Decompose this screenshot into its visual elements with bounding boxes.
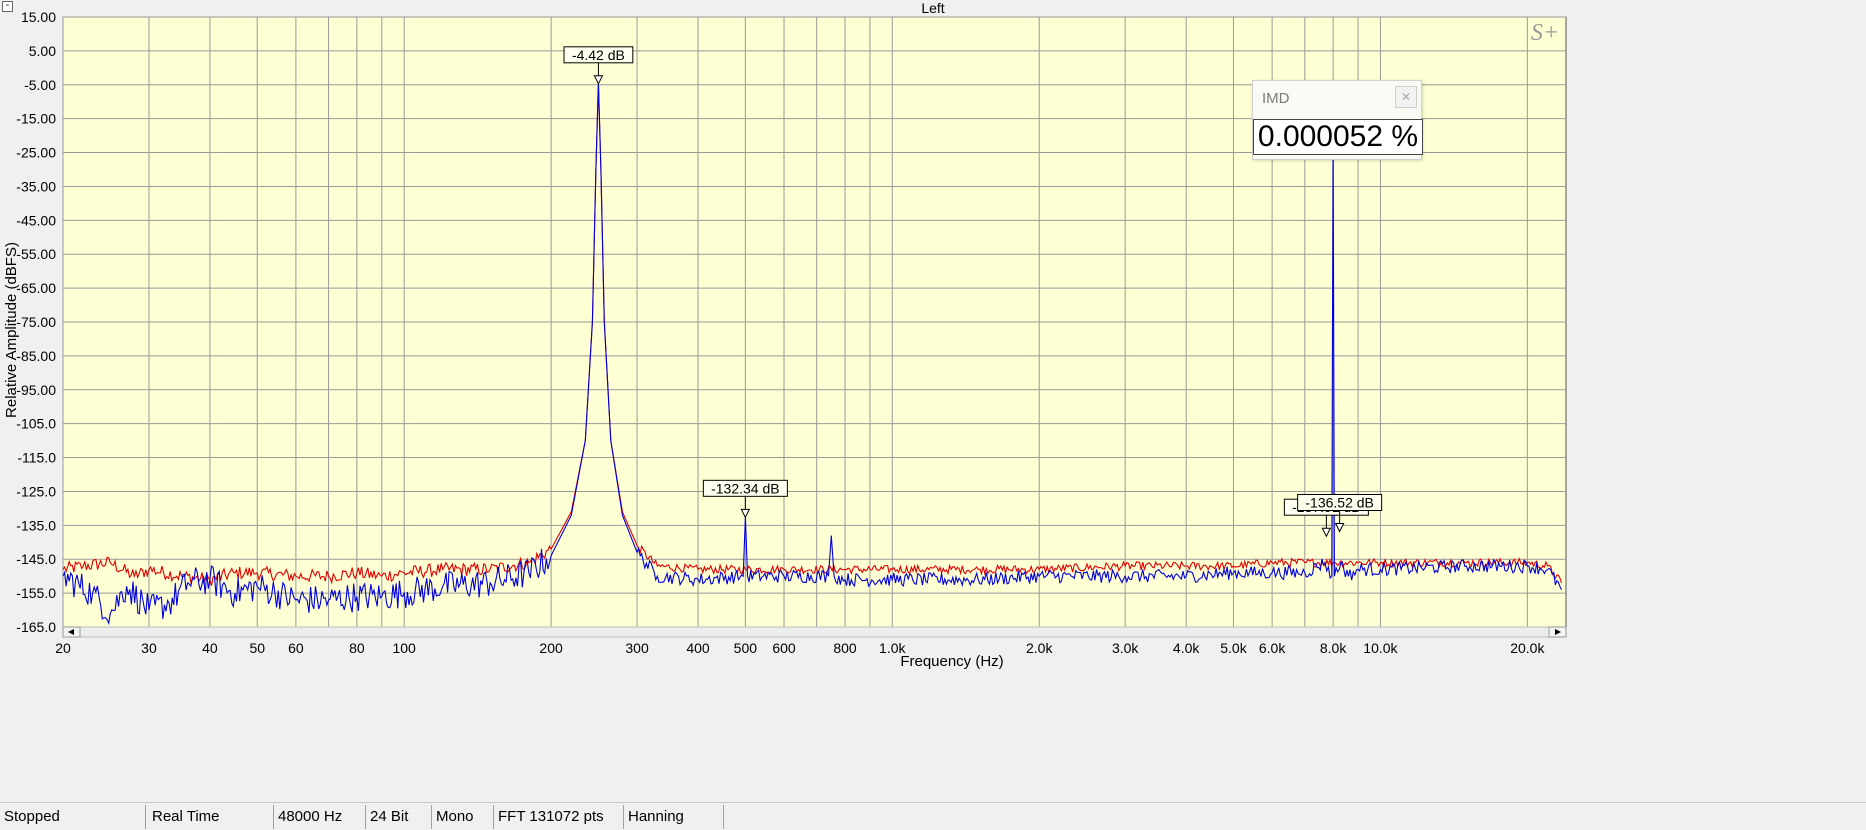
- x-tick-label: 400: [686, 640, 710, 656]
- window-title: Left: [921, 0, 945, 16]
- status-fft-size: FFT 131072 pts: [494, 805, 624, 829]
- x-tick-label: 800: [833, 640, 857, 656]
- x-tick-label: 5.0k: [1220, 640, 1247, 656]
- y-tick-label: -5.00: [24, 77, 56, 93]
- y-tick-label: -165.0: [16, 619, 56, 635]
- status-bit-depth: 24 Bit: [366, 805, 432, 829]
- y-tick-label: -15.00: [16, 111, 56, 127]
- y-tick-label: -95.00: [16, 382, 56, 398]
- x-tick-label: 600: [772, 640, 796, 656]
- y-axis-title: Relative Amplitude (dBFS): [3, 242, 20, 418]
- x-tick-label: 30: [141, 640, 157, 656]
- collapse-button[interactable]: -: [2, 1, 13, 12]
- y-tick-label: -55.00: [16, 246, 56, 262]
- y-tick-label: -155.0: [16, 585, 56, 601]
- peak-marker-label: -4.42 dB: [572, 47, 625, 63]
- y-tick-label: -115.0: [17, 450, 56, 466]
- status-channels: Mono: [432, 805, 494, 829]
- x-axis-title: Frequency (Hz): [900, 653, 1003, 670]
- status-bar: Stopped Real Time 48000 Hz 24 Bit Mono F…: [0, 802, 1866, 830]
- spectrum-chart: 15.005.00-5.00-15.00-25.00-35.00-45.00-5…: [3, 9, 1567, 670]
- y-tick-label: -105.0: [16, 416, 56, 432]
- horizontal-scrollbar[interactable]: [62, 626, 1567, 638]
- y-tick-label: -25.00: [16, 145, 56, 161]
- peak-marker-label: -132.34 dB: [711, 480, 780, 496]
- x-tick-label: 3.0k: [1112, 640, 1139, 656]
- y-tick-label: -145.0: [16, 551, 56, 567]
- y-tick-label: -45.00: [16, 212, 56, 228]
- x-tick-label: 80: [349, 640, 365, 656]
- y-tick-label: -125.0: [16, 483, 56, 499]
- x-tick-label: 8.0k: [1320, 640, 1347, 656]
- x-tick-label: 500: [734, 640, 758, 656]
- y-tick-label: -35.00: [16, 178, 56, 194]
- peak-marker-label: -136.52 dB: [1305, 494, 1374, 510]
- y-tick-label: 5.00: [29, 43, 56, 59]
- y-tick-label: -65.00: [16, 280, 56, 296]
- x-tick-label: 300: [625, 640, 649, 656]
- x-axis-tick-labels: 20 30 40 50 60 80 100 200 300 400 500 600 800 1.0k 2.0…: [55, 640, 1545, 656]
- close-icon[interactable]: ✕: [1395, 86, 1417, 108]
- s-plus-logo-icon: S+: [1531, 20, 1559, 46]
- y-axis-tick-labels: 15.005.00-5.00-15.00-25.00-35.00-45.00-5…: [16, 9, 56, 635]
- status-window-function: Hanning: [624, 805, 724, 829]
- x-tick-label: 40: [202, 640, 218, 656]
- x-tick-label: 100: [392, 640, 416, 656]
- status-sample-rate: 48000 Hz: [274, 805, 366, 829]
- x-tick-label: 200: [539, 640, 563, 656]
- status-mode: Real Time: [146, 805, 274, 829]
- x-tick-label: 6.0k: [1259, 640, 1286, 656]
- y-tick-label: -135.0: [16, 517, 56, 533]
- imd-value: 0.000052 %: [1253, 119, 1423, 155]
- x-tick-label: 20: [55, 640, 71, 656]
- imd-panel[interactable]: IMD ✕ 0.000052 %: [1252, 80, 1423, 160]
- y-tick-label: -85.00: [16, 348, 56, 364]
- x-tick-label: 4.0k: [1173, 640, 1200, 656]
- x-tick-label: 20.0k: [1510, 640, 1545, 656]
- x-tick-label: 10.0k: [1363, 640, 1398, 656]
- x-tick-label: 50: [249, 640, 265, 656]
- x-tick-label: 2.0k: [1026, 640, 1053, 656]
- status-state: Stopped: [0, 805, 146, 829]
- y-tick-label: -75.00: [16, 314, 56, 330]
- imd-title: IMD: [1262, 90, 1290, 107]
- x-tick-label: 60: [288, 640, 304, 656]
